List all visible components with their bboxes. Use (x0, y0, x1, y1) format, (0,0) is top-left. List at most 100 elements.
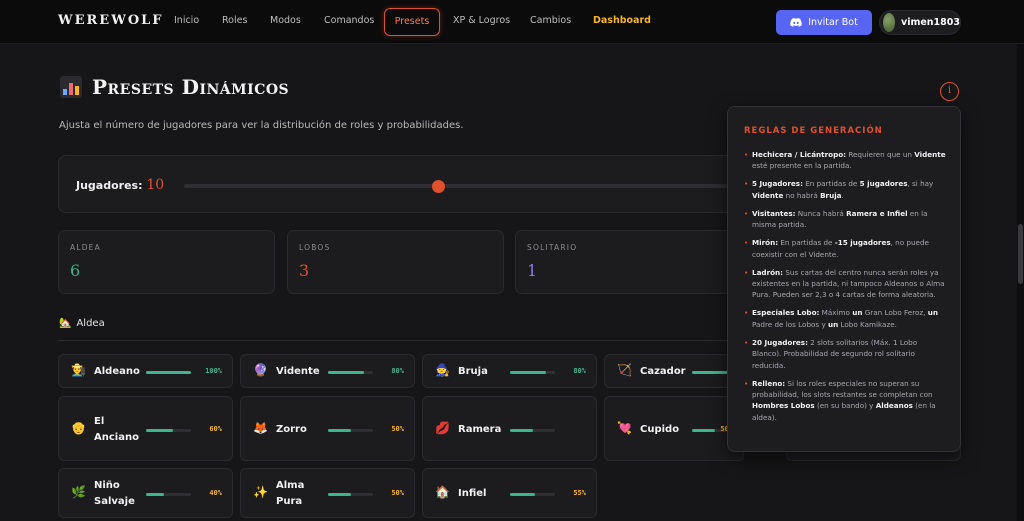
stat-card-lobos: LOBOS 3 (287, 230, 504, 294)
player-slider-thumb[interactable] (432, 179, 446, 193)
role-icon: 💘 (617, 420, 632, 435)
role-probability-fill (692, 428, 715, 432)
role-card[interactable]: 🔮 Vidente 80% (240, 354, 415, 388)
role-name: Alma Pura (276, 480, 305, 507)
rule-item: Hechicera / Licántropo: Requieren que un… (744, 149, 948, 172)
role-name: Infiel (458, 488, 487, 499)
role-name: Niño Salvaje (94, 480, 135, 507)
invite-bot-button[interactable]: Invitar Bot (776, 10, 872, 35)
role-name: Cupido (640, 423, 680, 435)
role-icon: 👴 (71, 420, 86, 435)
role-probability-fill (328, 428, 351, 432)
section-title: Aldea (76, 318, 105, 329)
scrollbar-thumb[interactable] (1018, 224, 1023, 284)
role-icon: 🌿 (71, 485, 86, 499)
role-card[interactable]: 🏹 Cazador (604, 354, 744, 388)
nav-link-dashboard[interactable]: Dashboard (593, 15, 651, 26)
role-card[interactable]: 👴 El Anciano 60% (58, 396, 233, 461)
role-probability-label: 40% (209, 489, 222, 497)
role-probability-bar (146, 493, 191, 496)
rule-item: 20 Jugadores: 2 slots solitarios (Máx. 1… (744, 337, 948, 371)
role-probability-bar (328, 493, 373, 496)
player-count-label: Jugadores: 10 (76, 177, 165, 193)
role-probability-label: 50% (391, 424, 404, 433)
top-navbar: WEREWOLF Inicio Roles Modos Comandos Pre… (0, 0, 1024, 44)
role-probability-bar (510, 493, 555, 496)
role-probability-bar (510, 371, 555, 374)
role-name: Ramera (458, 423, 502, 435)
role-probability-bar (146, 428, 191, 432)
rule-item: 5 Jugadores: En partidas de 5 jugadores,… (744, 178, 948, 201)
stat-value: 6 (70, 261, 81, 280)
nav-link-inicio[interactable]: Inicio (174, 15, 199, 26)
role-probability-label: 80% (573, 367, 586, 375)
role-icon: 👨‍🌾 (71, 363, 86, 377)
role-icon: 🏠 (435, 485, 450, 499)
page-scrollbar[interactable] (1017, 44, 1024, 521)
user-menu[interactable]: vimen1803 (879, 10, 961, 35)
stat-card-solitario: SOLITARIO 1 (515, 230, 732, 294)
page-subtitle: Ajusta el número de jugadores para ver l… (59, 120, 464, 131)
rule-item: Mirón: En partidas de -15 jugadores, no … (744, 237, 948, 260)
stat-label: ALDEA (70, 243, 101, 252)
role-name: Bruja (458, 366, 488, 377)
role-probability-label: 60% (209, 424, 222, 433)
stat-value: 1 (527, 261, 538, 280)
nav-link-cambios[interactable]: Cambios (530, 15, 571, 26)
role-icon: ✨ (253, 485, 268, 499)
role-probability-fill (510, 428, 533, 432)
role-card[interactable]: 🧙 Bruja 80% (422, 354, 597, 388)
role-name: El Anciano (94, 415, 139, 443)
role-icon: 🧙 (435, 363, 450, 377)
role-card[interactable]: 👨‍🌾 Aldeano 100% (58, 354, 233, 388)
info-icon[interactable]: i (940, 82, 959, 101)
role-probability-fill (146, 371, 191, 374)
rule-item: Especiales Lobo: Máximo un Gran Lobo Fer… (744, 307, 948, 330)
role-probability-bar (328, 428, 373, 432)
section-heading-aldea: 🏡 Aldea (59, 318, 105, 329)
role-card[interactable]: 💘Cupido50% (604, 396, 744, 461)
role-name: Zorro (276, 423, 307, 435)
rules-title: REGLAS DE GENERACIÓN (744, 126, 883, 136)
bar-chart-icon (60, 76, 82, 98)
role-probability-bar (328, 371, 373, 374)
discord-icon (790, 18, 802, 27)
nav-link-comandos[interactable]: Comandos (324, 15, 374, 26)
house-icon: 🏡 (59, 318, 72, 329)
role-probability-bar (510, 428, 555, 432)
role-card[interactable]: ✨ Alma Pura 50% (240, 468, 415, 518)
role-card[interactable]: 💋 Ramera (422, 396, 597, 461)
role-name: Cazador (640, 366, 686, 377)
role-name: Vidente (276, 366, 320, 377)
role-probability-bar (146, 371, 191, 374)
role-icon: 🦊 (253, 420, 268, 435)
role-card[interactable]: 🦊 Zorro 50% (240, 396, 415, 461)
role-probability-fill (146, 428, 173, 432)
role-probability-label: 80% (391, 367, 404, 375)
nav-link-roles[interactable]: Roles (222, 15, 247, 26)
role-probability-label: 50% (391, 489, 404, 497)
rule-item: Ladrón: Sus cartas del centro nunca será… (744, 267, 948, 301)
role-probability-fill (146, 493, 164, 496)
stat-value: 3 (299, 261, 310, 280)
stat-label: LOBOS (299, 243, 331, 252)
player-slider-track[interactable] (184, 179, 749, 193)
username: vimen1803 (901, 17, 960, 28)
brand-logo[interactable]: WEREWOLF (58, 13, 164, 28)
nav-link-modos[interactable]: Modos (270, 15, 301, 26)
role-probability-fill (328, 493, 351, 496)
rules-list: Hechicera / Licántropo: Requieren que un… (744, 149, 948, 430)
nav-link-presets[interactable]: Presets (384, 8, 440, 36)
role-probability-label: 100% (205, 367, 222, 375)
nav-link-xp-logros[interactable]: XP & Logros (453, 15, 510, 26)
invite-bot-label: Invitar Bot (808, 17, 858, 28)
role-probability-fill (510, 493, 535, 496)
rules-popover: REGLAS DE GENERACIÓN Hechicera / Licántr… (727, 106, 961, 452)
role-card[interactable]: 🏠 Infiel 55% (422, 468, 597, 518)
role-icon: 🏹 (617, 363, 632, 377)
player-count-value: 10 (146, 177, 165, 193)
stat-card-aldea: ALDEA 6 (58, 230, 275, 294)
page-title: Presets Dinámicos (60, 75, 289, 99)
rule-item: Visitantes: Nunca habrá Ramera e Infiel … (744, 208, 948, 231)
role-card[interactable]: 🌿 Niño Salvaje 40% (58, 468, 233, 518)
